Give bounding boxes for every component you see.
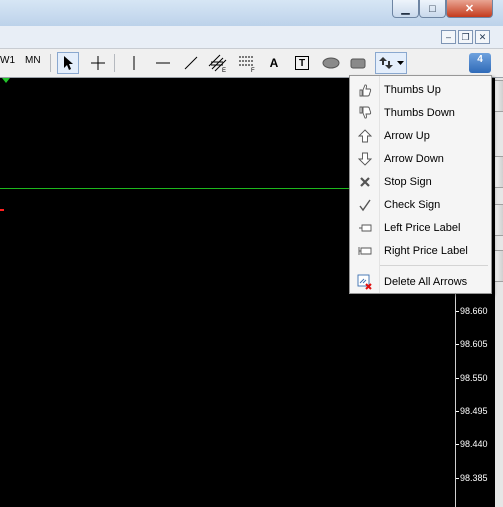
crosshair-icon [91, 56, 105, 70]
menu-item-left-price-label[interactable]: Left Price Label [350, 216, 491, 239]
mdi-minimize-button[interactable]: – [441, 30, 456, 44]
arrow-up-icon [358, 128, 372, 142]
arrows-dropdown-button[interactable] [375, 52, 407, 74]
price-label: 98.605 [460, 339, 488, 349]
textbox-tool-button[interactable]: T [291, 52, 313, 74]
text-tool-button[interactable]: A [263, 52, 285, 74]
price-label: 98.660 [460, 306, 488, 316]
menu-item-stop-sign[interactable]: Stop Sign [350, 170, 491, 193]
price-label: 98.385 [460, 473, 488, 483]
equidistant-channel-icon: E [208, 54, 227, 72]
window-maximize-button[interactable]: □ [419, 0, 446, 18]
arrows-icon [379, 57, 393, 69]
cursor-icon [64, 56, 73, 70]
timeframe-mn-button[interactable]: MN [25, 55, 41, 66]
side-tab[interactable] [495, 80, 503, 112]
window-titlebar: ▁ □ ✕ [0, 0, 503, 26]
horizontal-line-tool-button[interactable] [152, 52, 174, 74]
thumbs-down-icon [359, 106, 372, 119]
equidistant-channel-tool-button[interactable]: E [207, 52, 229, 74]
cursor-tool-button[interactable] [57, 52, 79, 74]
rectangle-icon [350, 58, 366, 69]
menu-item-check-sign[interactable]: Check Sign [350, 193, 491, 216]
fibonacci-icon: F [239, 56, 255, 72]
mdi-restore-button[interactable]: ❐ [458, 30, 473, 44]
fibonacci-retracement-tool-button[interactable]: F [236, 52, 258, 74]
price-tick [456, 311, 459, 312]
menu-item-thumbs-down[interactable]: Thumbs Down [350, 101, 491, 124]
toolbar-separator [114, 54, 115, 72]
price-tick [456, 411, 459, 412]
trendline-icon [184, 56, 198, 70]
red-marker [0, 209, 4, 211]
delete-arrows-icon [357, 274, 372, 290]
menu-item-delete-all-arrows[interactable]: Delete All Arrows [350, 270, 491, 293]
stop-sign-icon [360, 176, 370, 187]
thumbs-up-icon [359, 83, 372, 96]
side-tab[interactable] [495, 250, 503, 282]
mdi-bar: – ❐ ✕ [0, 26, 503, 48]
menu-item-thumbs-up[interactable]: Thumbs Up [350, 78, 491, 101]
menu-item-arrow-up[interactable]: Arrow Up [350, 124, 491, 147]
left-price-label-icon [359, 224, 372, 231]
price-tick [456, 444, 459, 445]
price-label: 98.495 [460, 406, 488, 416]
svg-text:E: E [222, 68, 226, 72]
trendline-tool-button[interactable] [180, 52, 202, 74]
menu-item-arrow-down[interactable]: Arrow Down [350, 147, 491, 170]
crosshair-tool-button[interactable] [87, 52, 109, 74]
vertical-line-icon [133, 56, 135, 70]
svg-text:F: F [251, 68, 255, 72]
toolbar-separator [50, 54, 51, 72]
window-close-button[interactable]: ✕ [446, 0, 493, 18]
menu-item-right-price-label[interactable]: Right Price Label [350, 239, 491, 262]
arrow-down-icon [358, 152, 372, 166]
drawing-toolbar: W1 MN E F A T 4 [0, 48, 503, 78]
rectangle-tool-button[interactable] [347, 52, 369, 74]
window-minimize-button[interactable]: ▁ [392, 0, 419, 18]
ellipse-icon [322, 57, 340, 69]
side-tab[interactable] [495, 156, 503, 188]
arrows-dropdown-menu: Thumbs Up Thumbs Down Arrow Up Arrow Dow… [349, 75, 492, 294]
textbox-icon: T [295, 56, 309, 70]
price-tick [456, 478, 459, 479]
ellipse-tool-button[interactable] [320, 52, 342, 74]
right-price-label-icon [358, 246, 372, 255]
horizontal-line-icon [156, 62, 170, 64]
check-sign-icon [359, 199, 371, 211]
side-panel [495, 78, 503, 507]
green-marker [2, 78, 10, 83]
timeframe-w1-button[interactable]: W1 [0, 55, 15, 66]
price-label: 98.550 [460, 373, 488, 383]
notification-badge[interactable]: 4 [469, 53, 491, 73]
price-label: 98.440 [460, 439, 488, 449]
mdi-close-button[interactable]: ✕ [475, 30, 490, 44]
chevron-down-icon [397, 60, 404, 65]
menu-separator [380, 265, 488, 266]
vertical-line-tool-button[interactable] [123, 52, 145, 74]
price-tick [456, 378, 459, 379]
side-tab[interactable] [495, 204, 503, 236]
price-tick [456, 344, 459, 345]
